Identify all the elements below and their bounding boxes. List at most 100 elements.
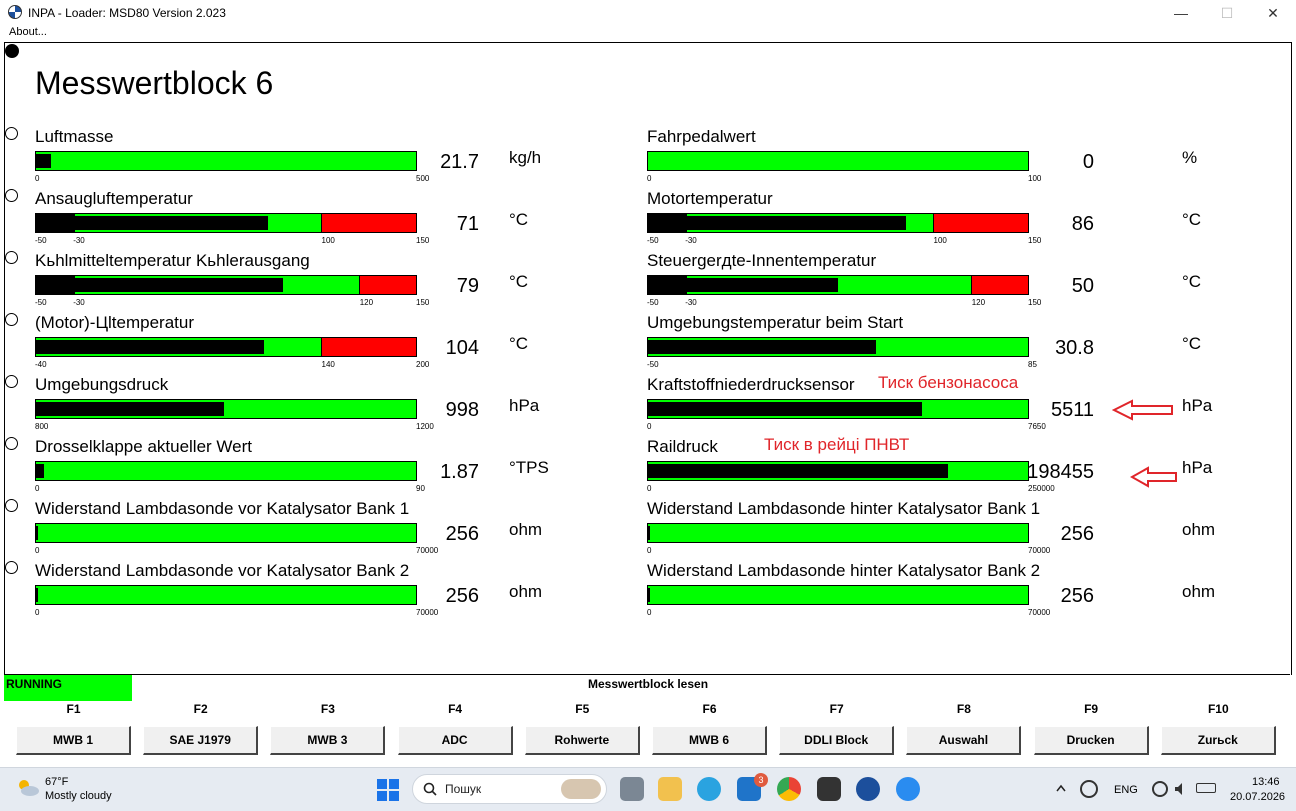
fkey-button-f4[interactable]: ADC <box>397 726 513 755</box>
bar-level-fill <box>648 402 922 416</box>
language-indicator[interactable]: ENG <box>1114 784 1138 796</box>
bar-level-fill <box>36 278 283 292</box>
measurement-bar <box>35 461 417 481</box>
bar-tick-label: 70000 <box>1028 608 1051 617</box>
task-view-icon[interactable] <box>620 777 644 801</box>
row-radio[interactable] <box>5 127 18 140</box>
row-radio[interactable] <box>5 561 18 574</box>
fkey-button-f7[interactable]: DDLI Block <box>779 726 895 755</box>
bar-tick-label: 250000 <box>1028 484 1055 493</box>
bar-tick-label: -50 <box>35 236 47 245</box>
measurement-unit: °C <box>1182 334 1202 353</box>
bar-tick-label: 150 <box>416 236 430 245</box>
page-bullet <box>5 44 19 58</box>
measurement-bar <box>35 275 417 295</box>
fkey-button-f5[interactable]: Rohwerte <box>524 726 640 755</box>
row-radio[interactable] <box>5 189 18 202</box>
app-g2-icon[interactable] <box>896 777 920 801</box>
row-radio[interactable] <box>5 251 18 264</box>
inpa-taskbar-icon[interactable] <box>856 777 880 801</box>
menu-bar: About... <box>0 26 1296 42</box>
bar-tick-label: -50 <box>647 236 659 245</box>
maximize-button[interactable]: ☐ <box>1204 0 1250 26</box>
bar-tick-label: 0 <box>35 546 40 555</box>
fkey-button-f1[interactable]: MWB 1 <box>16 726 131 755</box>
row-radio[interactable] <box>5 313 18 326</box>
fkey-button-f9[interactable]: Drucken <box>1033 726 1149 755</box>
measurement-unit: °C <box>509 210 529 229</box>
measurement-value: 256 <box>445 523 479 545</box>
bar-tick-label: -30 <box>73 236 85 245</box>
search-placeholder: Пошук <box>445 782 482 796</box>
fkey-label: F8 <box>956 702 971 716</box>
minimize-button[interactable]: — <box>1158 0 1204 26</box>
menu-about[interactable]: About... <box>9 26 47 38</box>
measurement-unit: °C <box>509 334 529 353</box>
row-radio[interactable] <box>5 437 18 450</box>
clock-date[interactable]: 20.07.2026 <box>1230 791 1285 803</box>
bar-tick-label: 70000 <box>1028 546 1051 555</box>
arrow-left-icon <box>1130 466 1177 488</box>
row-radio[interactable] <box>5 375 18 388</box>
bar-tick-label: 500 <box>416 174 430 183</box>
page-title: Messwertblock 6 <box>35 65 274 101</box>
bar-tick-label: -50 <box>647 360 659 369</box>
windows-start-icon[interactable] <box>377 779 399 801</box>
bar-level-fill <box>36 216 268 230</box>
measurement-label: Steuergerдte-Innentemperatur <box>647 251 877 270</box>
file-explorer-icon[interactable] <box>658 777 682 801</box>
fkey-button-f6[interactable]: MWB 6 <box>652 726 767 755</box>
measurement-unit: kg/h <box>509 148 542 167</box>
measurement-unit: ohm <box>509 520 543 539</box>
clock-time[interactable]: 13:46 <box>1252 776 1280 788</box>
measurement-bar <box>647 213 1029 233</box>
bar-level-fill <box>648 278 838 292</box>
bar-level-fill <box>36 464 44 478</box>
volume-icon[interactable] <box>1174 781 1188 797</box>
bar-tick-label: 140 <box>321 360 335 369</box>
bar-tick-label: -50 <box>647 298 659 307</box>
measurement-label: Umgebungsdruck <box>35 375 169 394</box>
app-g-icon[interactable] <box>817 777 841 801</box>
close-button[interactable]: ✕ <box>1250 0 1296 26</box>
measurement-label: Raildruck <box>647 437 718 456</box>
measurement-label: Kraftstoffniederdrucksensor <box>647 375 855 394</box>
fkey-button-f10[interactable]: Zurьck <box>1160 726 1276 755</box>
chrome-icon[interactable] <box>777 777 801 801</box>
row-radio[interactable] <box>5 499 18 512</box>
measurement-label: Umgebungstemperatur beim Start <box>647 313 904 332</box>
fkey-label: F4 <box>448 702 463 716</box>
fkey-button-f8[interactable]: Auswahl <box>906 726 1022 755</box>
taskbar: 67°F Mostly cloudy Пошук 3 ENG 13:46 20.… <box>0 767 1296 811</box>
taskbar-search[interactable]: Пошук <box>412 774 607 804</box>
battery-icon[interactable] <box>1196 783 1216 793</box>
measurement-bar <box>35 151 417 171</box>
measurement-label: Ansaugluftemperatur <box>35 189 193 208</box>
bar-tick-label: 150 <box>416 298 430 307</box>
measurement-value: 5511 <box>1050 399 1094 421</box>
measurement-unit: °C <box>1182 272 1202 291</box>
bar-tick-label: 85 <box>1028 360 1037 369</box>
measurement-value: 86 <box>1071 213 1094 235</box>
measurement-label: Kьhlmitteltemperatur Kьhlerausgang <box>35 251 310 270</box>
network-icon[interactable] <box>1152 781 1168 797</box>
fkey-button-f3[interactable]: MWB 3 <box>270 726 386 755</box>
bar-tick-label: 800 <box>35 422 49 431</box>
bmw-app-icon <box>8 5 22 19</box>
sync-icon[interactable] <box>1080 780 1098 798</box>
weather-desc: Mostly cloudy <box>45 790 112 802</box>
bar-tick-label: 100 <box>933 236 947 245</box>
chevron-up-icon[interactable] <box>1056 784 1066 792</box>
bar-tick-label: -30 <box>685 236 697 245</box>
measurement-label: (Motor)-Цltemperatur <box>35 313 194 332</box>
fkey-button-f2[interactable]: SAE J1979 <box>143 726 259 755</box>
bar-tick-label: 70000 <box>416 546 439 555</box>
measurement-value: 1.87 <box>440 461 479 483</box>
bar-tick-label: 70000 <box>416 608 439 617</box>
telegram-icon[interactable] <box>697 777 721 801</box>
measurement-value: 256 <box>1060 585 1094 607</box>
bar-level-fill <box>648 216 907 230</box>
measurement-value: 79 <box>456 275 479 297</box>
cloudy-weather-icon[interactable] <box>16 778 40 798</box>
measurement-label: Fahrpedalwert <box>647 127 756 146</box>
